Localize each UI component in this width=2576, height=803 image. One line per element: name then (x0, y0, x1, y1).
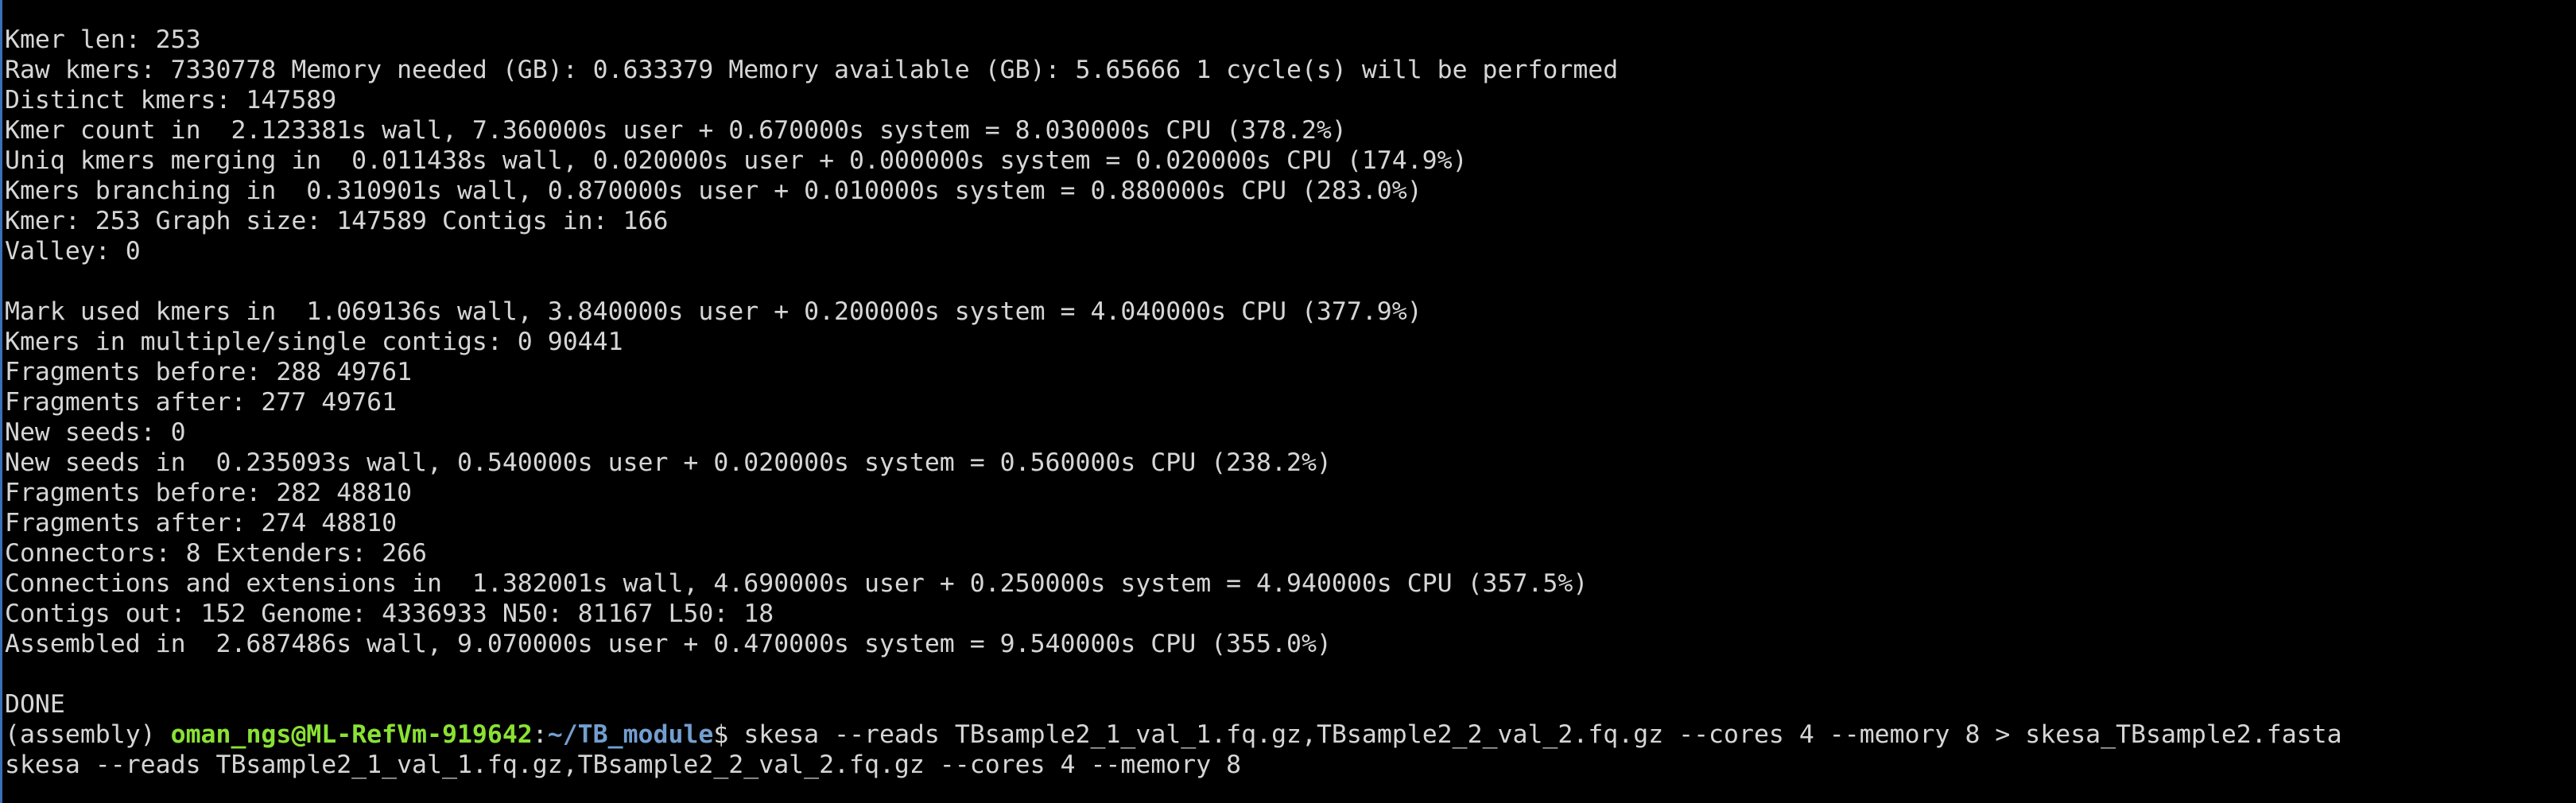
terminal-output-line: skesa --reads TBsample2_1_val_1.fq.gz,TB… (5, 751, 1242, 779)
terminal-output: Kmer len: 253 Raw kmers: 7330778 Memory n… (5, 25, 2576, 720)
terminal-output-line: Kmers branching in 0.310901s wall, 0.870… (5, 177, 1422, 205)
terminal-window[interactable]: Kmer len: 253 Raw kmers: 7330778 Memory n… (0, 0, 2576, 803)
terminal-output-line: Kmer: 253 Graph size: 147589 Contigs in:… (5, 207, 669, 235)
terminal-output-line: New seeds: 0 (5, 418, 186, 447)
prompt-separator: : (532, 720, 548, 749)
prompt-symbol: $ (713, 720, 744, 749)
terminal-output-line: New seeds in 0.235093s wall, 0.540000s u… (5, 448, 1332, 477)
prompt-user-host: oman_ngs@ML-RefVm-919642 (170, 720, 533, 749)
terminal-output-line: DONE (5, 690, 65, 719)
prompt-working-directory: ~/TB_module (547, 720, 714, 749)
terminal-output-line: Kmers in multiple/single contigs: 0 9044… (5, 328, 623, 356)
terminal-output-line: Connectors: 8 Extenders: 266 (5, 539, 428, 568)
terminal-output-line: Fragments after: 277 49761 (5, 388, 398, 417)
terminal-output-line: Kmer len: 253 (5, 25, 201, 54)
terminal-output-line: Fragments after: 274 48810 (5, 509, 398, 537)
terminal-output-line: Assembled in 2.687486s wall, 9.070000s u… (5, 630, 1332, 658)
terminal-output-line: Distinct kmers: 147589 (5, 86, 337, 114)
terminal-output-line: Fragments before: 282 48810 (5, 479, 413, 507)
terminal-output-line: Raw kmers: 7330778 Memory needed (GB): 0… (5, 56, 1619, 84)
conda-env-label: (assembly) (5, 720, 171, 749)
terminal-output-line: Mark used kmers in 1.069136s wall, 3.840… (5, 297, 1422, 326)
terminal-output-line: Connections and extensions in 1.382001s … (5, 569, 1589, 598)
terminal-output-line: Fragments before: 288 49761 (5, 358, 413, 386)
terminal-output-line: Kmer count in 2.123381s wall, 7.360000s … (5, 116, 1347, 145)
terminal-output-line: Contigs out: 152 Genome: 4336933 N50: 81… (5, 599, 774, 628)
terminal-output-line: Uniq kmers merging in 0.011438s wall, 0.… (5, 146, 1468, 175)
command-prompt-line[interactable]: (assembly) oman_ngs@ML-RefVm-919642:~/TB… (5, 720, 2576, 750)
terminal-output-line: Valley: 0 (5, 237, 141, 266)
entered-command[interactable]: skesa --reads TBsample2_1_val_1.fq.gz,TB… (743, 720, 2341, 749)
